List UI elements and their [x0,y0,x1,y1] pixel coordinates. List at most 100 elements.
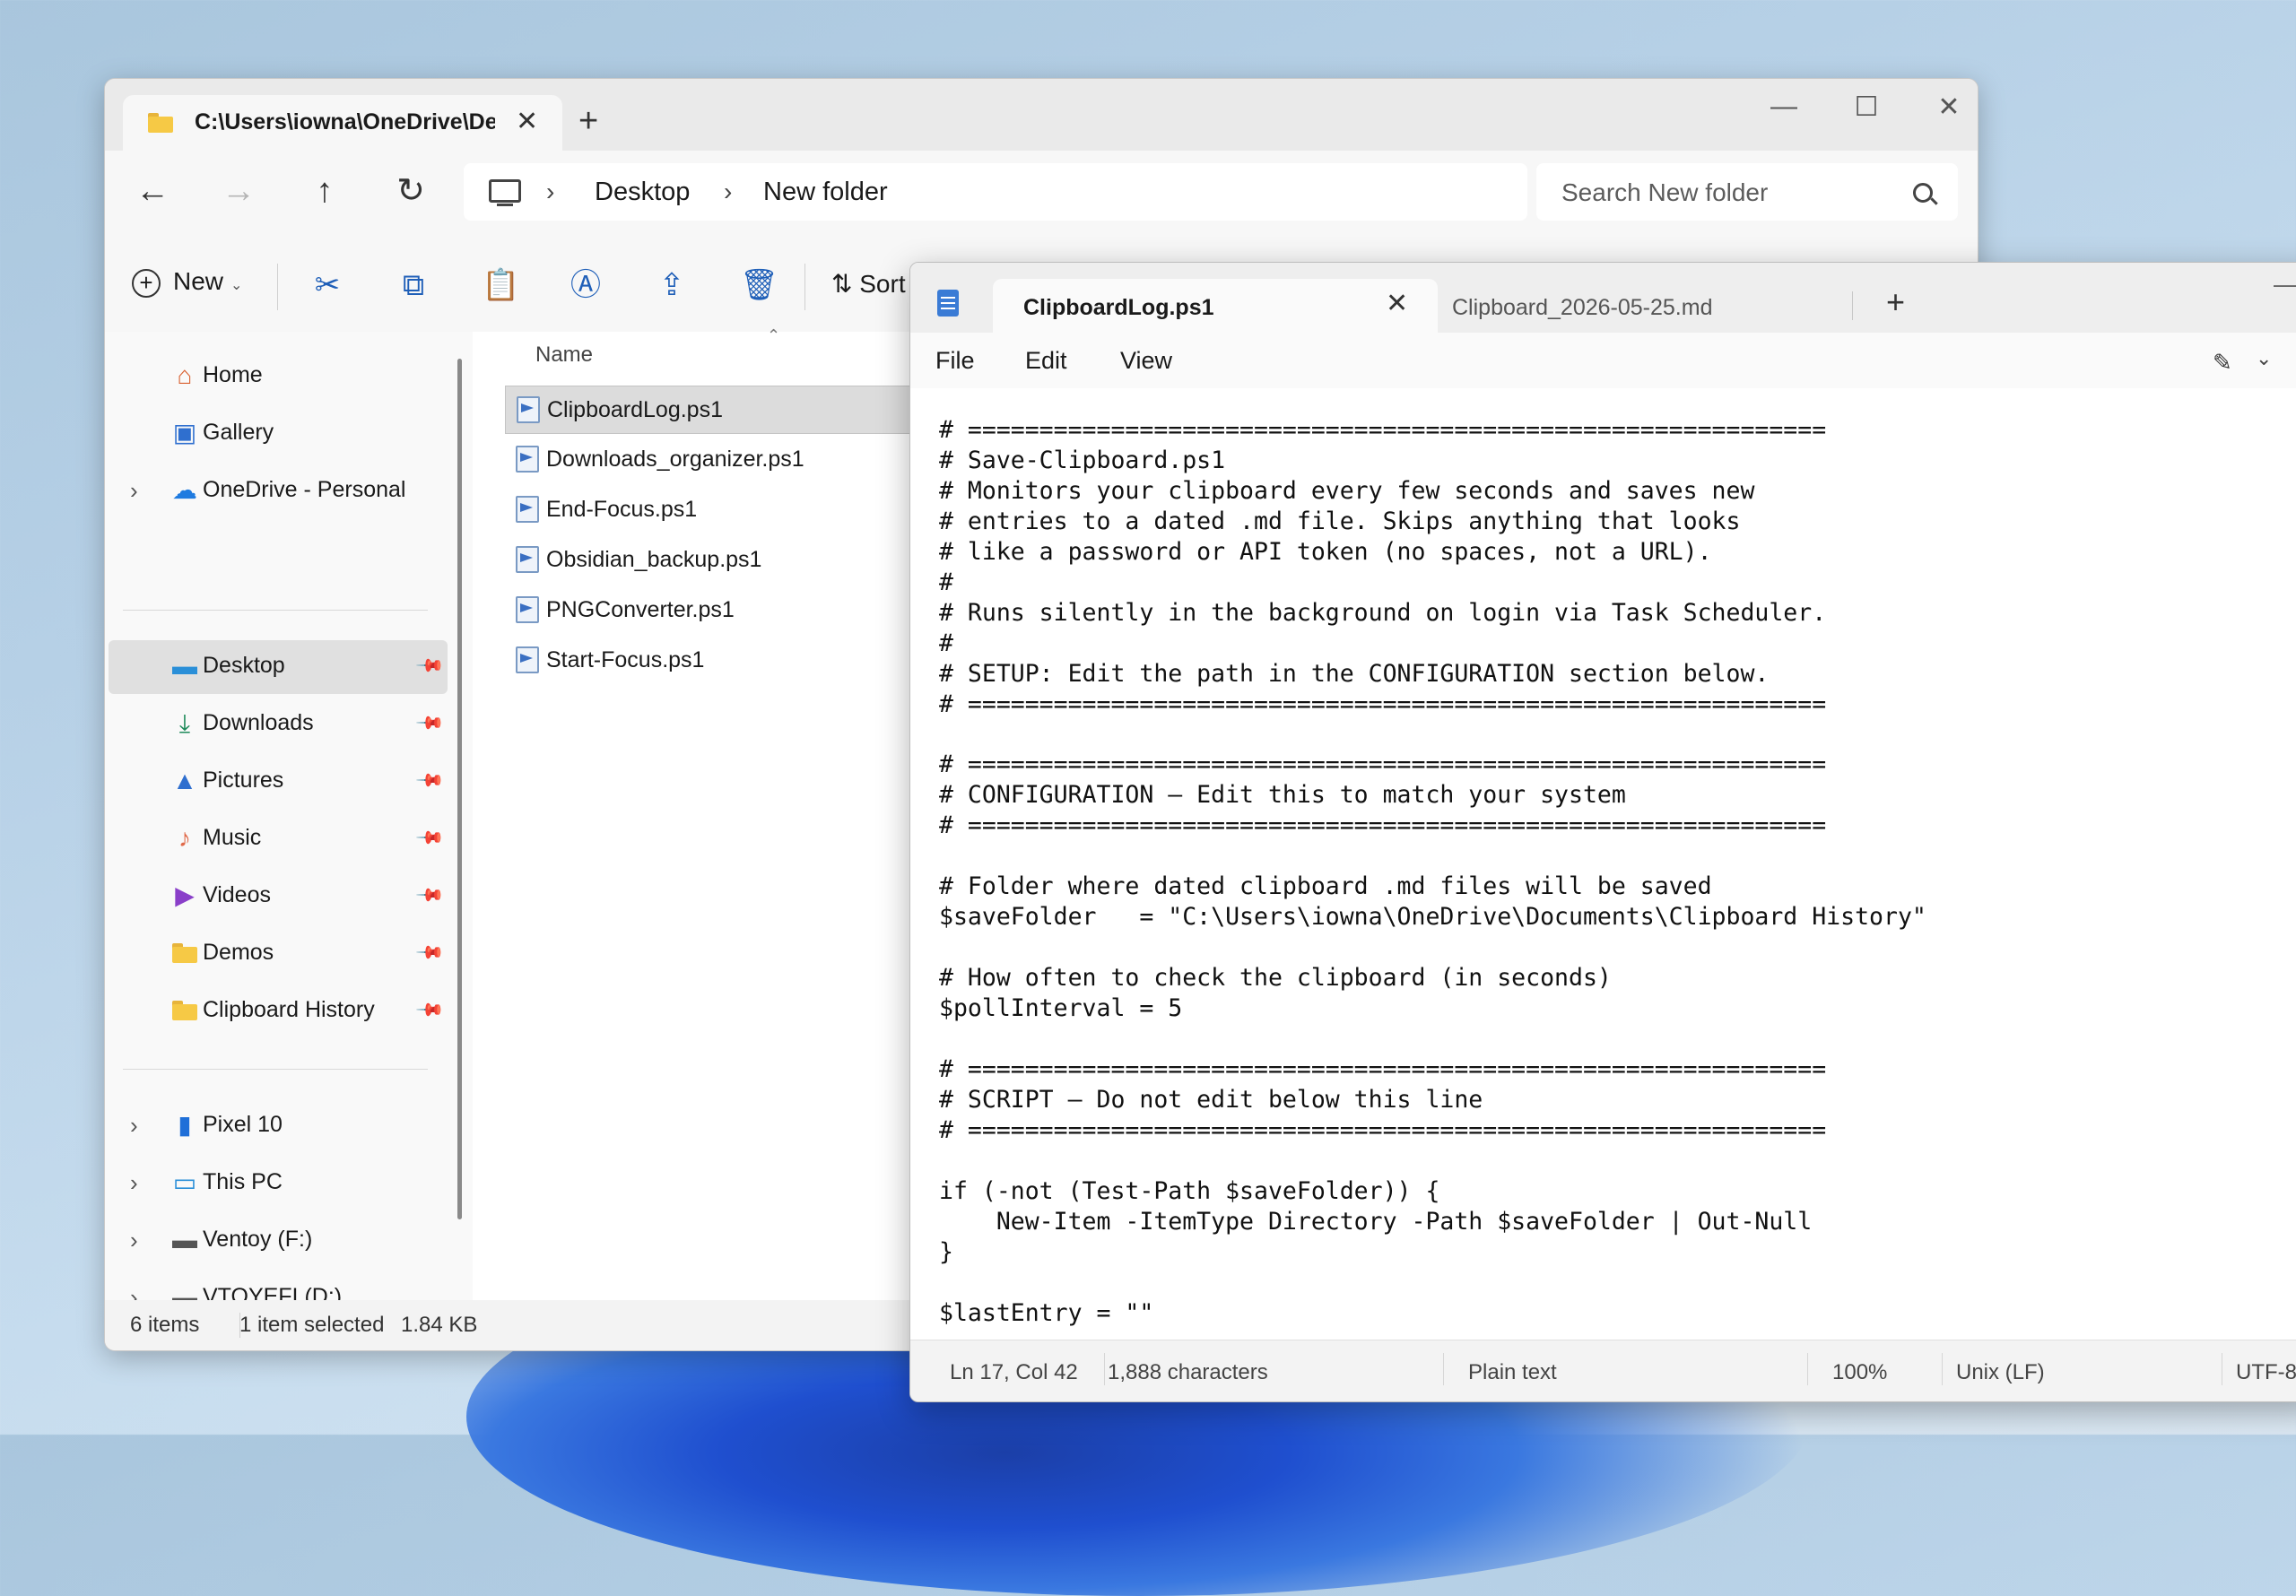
notepad-app-icon [937,290,959,317]
sidebar-item-label: Videos [203,882,271,907]
file-row[interactable]: Start-Focus.ps1 [505,637,971,683]
sidebar-item-this-pc[interactable]: › ▭ This PC [109,1157,448,1210]
chevron-right-icon: › [546,178,555,205]
new-tab-button[interactable]: + [578,104,598,138]
pin-icon[interactable]: 📌 [414,650,446,681]
forward-icon[interactable]: → [216,174,261,208]
file-name: ClipboardLog.ps1 [547,397,723,422]
chevron-right-icon[interactable]: › [130,1227,138,1254]
file-row[interactable]: ClipboardLog.ps1 [505,386,973,434]
download-icon: ⤓ [178,709,191,737]
search-icon [1913,183,1933,203]
tab-clipboard-md[interactable]: Clipboard_2026-05-25.md [1447,279,1859,333]
pin-icon[interactable]: 📌 [414,707,446,739]
divider [1443,1353,1444,1385]
sidebar-item-label: Pictures [203,768,284,793]
sidebar-item-onedrive[interactable]: › ☁ OneDrive - Personal [109,464,448,518]
sidebar-item-gallery[interactable]: ▣ Gallery [109,407,448,461]
file-row[interactable]: Downloads_organizer.ps1 [505,436,971,482]
new-tab-button[interactable]: + [1886,286,1905,318]
file-format: Plain text [1468,1360,1557,1384]
encoding[interactable]: UTF-8 [2236,1360,2296,1385]
share-icon[interactable]: ⇪ [654,267,690,303]
explorer-titlebar: C:\Users\iowna\OneDrive\Desktop\New fold… [105,79,1978,151]
navigation-pane: ⌂ Home ▣ Gallery › ☁ OneDrive - Personal… [105,332,473,1350]
chevron-right-icon: › [724,178,733,205]
sidebar-item-label: Gallery [203,420,274,445]
music-icon: ♪ [178,824,191,852]
pin-icon[interactable]: 📌 [414,880,446,911]
copy-icon[interactable]: ⧉ [396,267,431,303]
menu-file[interactable]: File [935,347,975,375]
sidebar-item-videos[interactable]: ▶ Videos 📌 [109,870,448,924]
breadcrumb-desktop[interactable]: Desktop [595,178,690,207]
menu-edit[interactable]: Edit [1025,347,1067,375]
sort-button[interactable]: ⇅ Sort [831,269,906,299]
file-row[interactable]: Obsidian_backup.ps1 [505,536,971,583]
sort-ascending-icon: ⌃ [767,326,781,344]
this-pc-icon [489,179,521,206]
delete-icon[interactable]: 🗑 [740,267,778,303]
sidebar-item-demos[interactable]: Demos 📌 [109,927,448,981]
close-tab-icon[interactable]: ✕ [516,106,538,137]
explorer-tab[interactable]: C:\Users\iowna\OneDrive\Desktop\New fold… [123,95,562,151]
cut-icon[interactable]: ✂ [309,267,345,303]
maximize-button[interactable]: ☐ [1848,91,1884,123]
file-name: Obsidian_backup.ps1 [546,547,762,572]
sidebar-item-desktop[interactable]: ▬ Desktop 📌 [109,640,448,694]
chevron-down-icon: ⌄ [230,278,243,293]
sidebar-item-label: Ventoy (F:) [203,1227,313,1252]
sidebar-item-clipboard-history[interactable]: Clipboard History 📌 [109,984,448,1038]
powershell-file-icon [516,446,539,473]
refresh-icon[interactable]: ↻ [388,174,433,208]
sidebar-item-music[interactable]: ♪ Music 📌 [109,812,448,866]
sidebar-item-ventoy[interactable]: › ▬ Ventoy (F:) [109,1214,448,1268]
sidebar-item-downloads[interactable]: ⤓ Downloads 📌 [109,698,448,751]
tab-clipboardlog[interactable]: ClipboardLog.ps1 ✕ [993,279,1438,333]
sidebar-item-label: Demos [203,940,274,965]
rename-icon[interactable]: Ⓐ [568,267,604,303]
back-icon[interactable]: ← [130,174,175,208]
cloud-icon: ☁ [172,476,197,504]
chevron-right-icon[interactable]: › [130,1169,138,1197]
gallery-icon: ▣ [172,419,197,447]
drive-icon: ▬ [172,1226,197,1253]
chevron-right-icon[interactable]: › [130,477,138,505]
address-bar[interactable]: › Desktop › New folder [464,163,1527,221]
search-box[interactable]: Search New folder [1536,163,1958,221]
menu-view[interactable]: View [1120,347,1172,375]
new-button[interactable]: + New ⌄ [132,267,242,298]
breadcrumb-new-folder[interactable]: New folder [763,178,888,207]
line-endings[interactable]: Unix (LF) [1956,1360,2045,1385]
zoom-level[interactable]: 100% [1832,1360,1887,1385]
minimize-button[interactable]: — [1766,91,1802,122]
chevron-right-icon[interactable]: › [130,1112,138,1140]
paste-icon[interactable]: 📋 [482,267,519,303]
phone-icon: ▮ [178,1111,192,1139]
sidebar-item-pixel-10[interactable]: › ▮ Pixel 10 [109,1099,448,1153]
sidebar-scrollbar[interactable] [457,359,462,1219]
pin-icon[interactable]: 📌 [414,937,446,968]
powershell-file-icon [516,496,539,523]
close-window-button[interactable]: ✕ [1931,91,1967,123]
chevron-down-icon[interactable]: ⌄ [2256,347,2272,370]
column-header-name[interactable]: Name [535,343,593,368]
selection-count: 1 item selected [239,1313,385,1337]
sidebar-item-pictures[interactable]: ▲ Pictures 📌 [109,755,448,809]
pin-icon[interactable]: 📌 [414,765,446,796]
sidebar-item-home[interactable]: ⌂ Home [109,350,448,403]
file-row[interactable]: PNGConverter.ps1 [505,586,971,633]
notepad-window: ClipboardLog.ps1 ✕ Clipboard_2026-05-25.… [909,262,2296,1402]
pin-icon[interactable]: 📌 [414,994,446,1026]
text-editor[interactable]: # ======================================… [910,388,2296,1340]
up-icon[interactable]: ↑ [302,174,347,208]
close-tab-icon[interactable]: ✕ [1386,288,1408,319]
selection-size: 1.84 KB [401,1313,478,1337]
pin-icon[interactable]: 📌 [414,822,446,854]
minimize-button[interactable]: — [2274,270,2296,299]
file-row[interactable]: End-Focus.ps1 [505,486,971,533]
sidebar-item-label: This PC [203,1169,283,1194]
powershell-file-icon [516,646,539,673]
rewrite-icon[interactable]: ✎ [2213,349,2232,377]
divider [1104,1353,1105,1385]
